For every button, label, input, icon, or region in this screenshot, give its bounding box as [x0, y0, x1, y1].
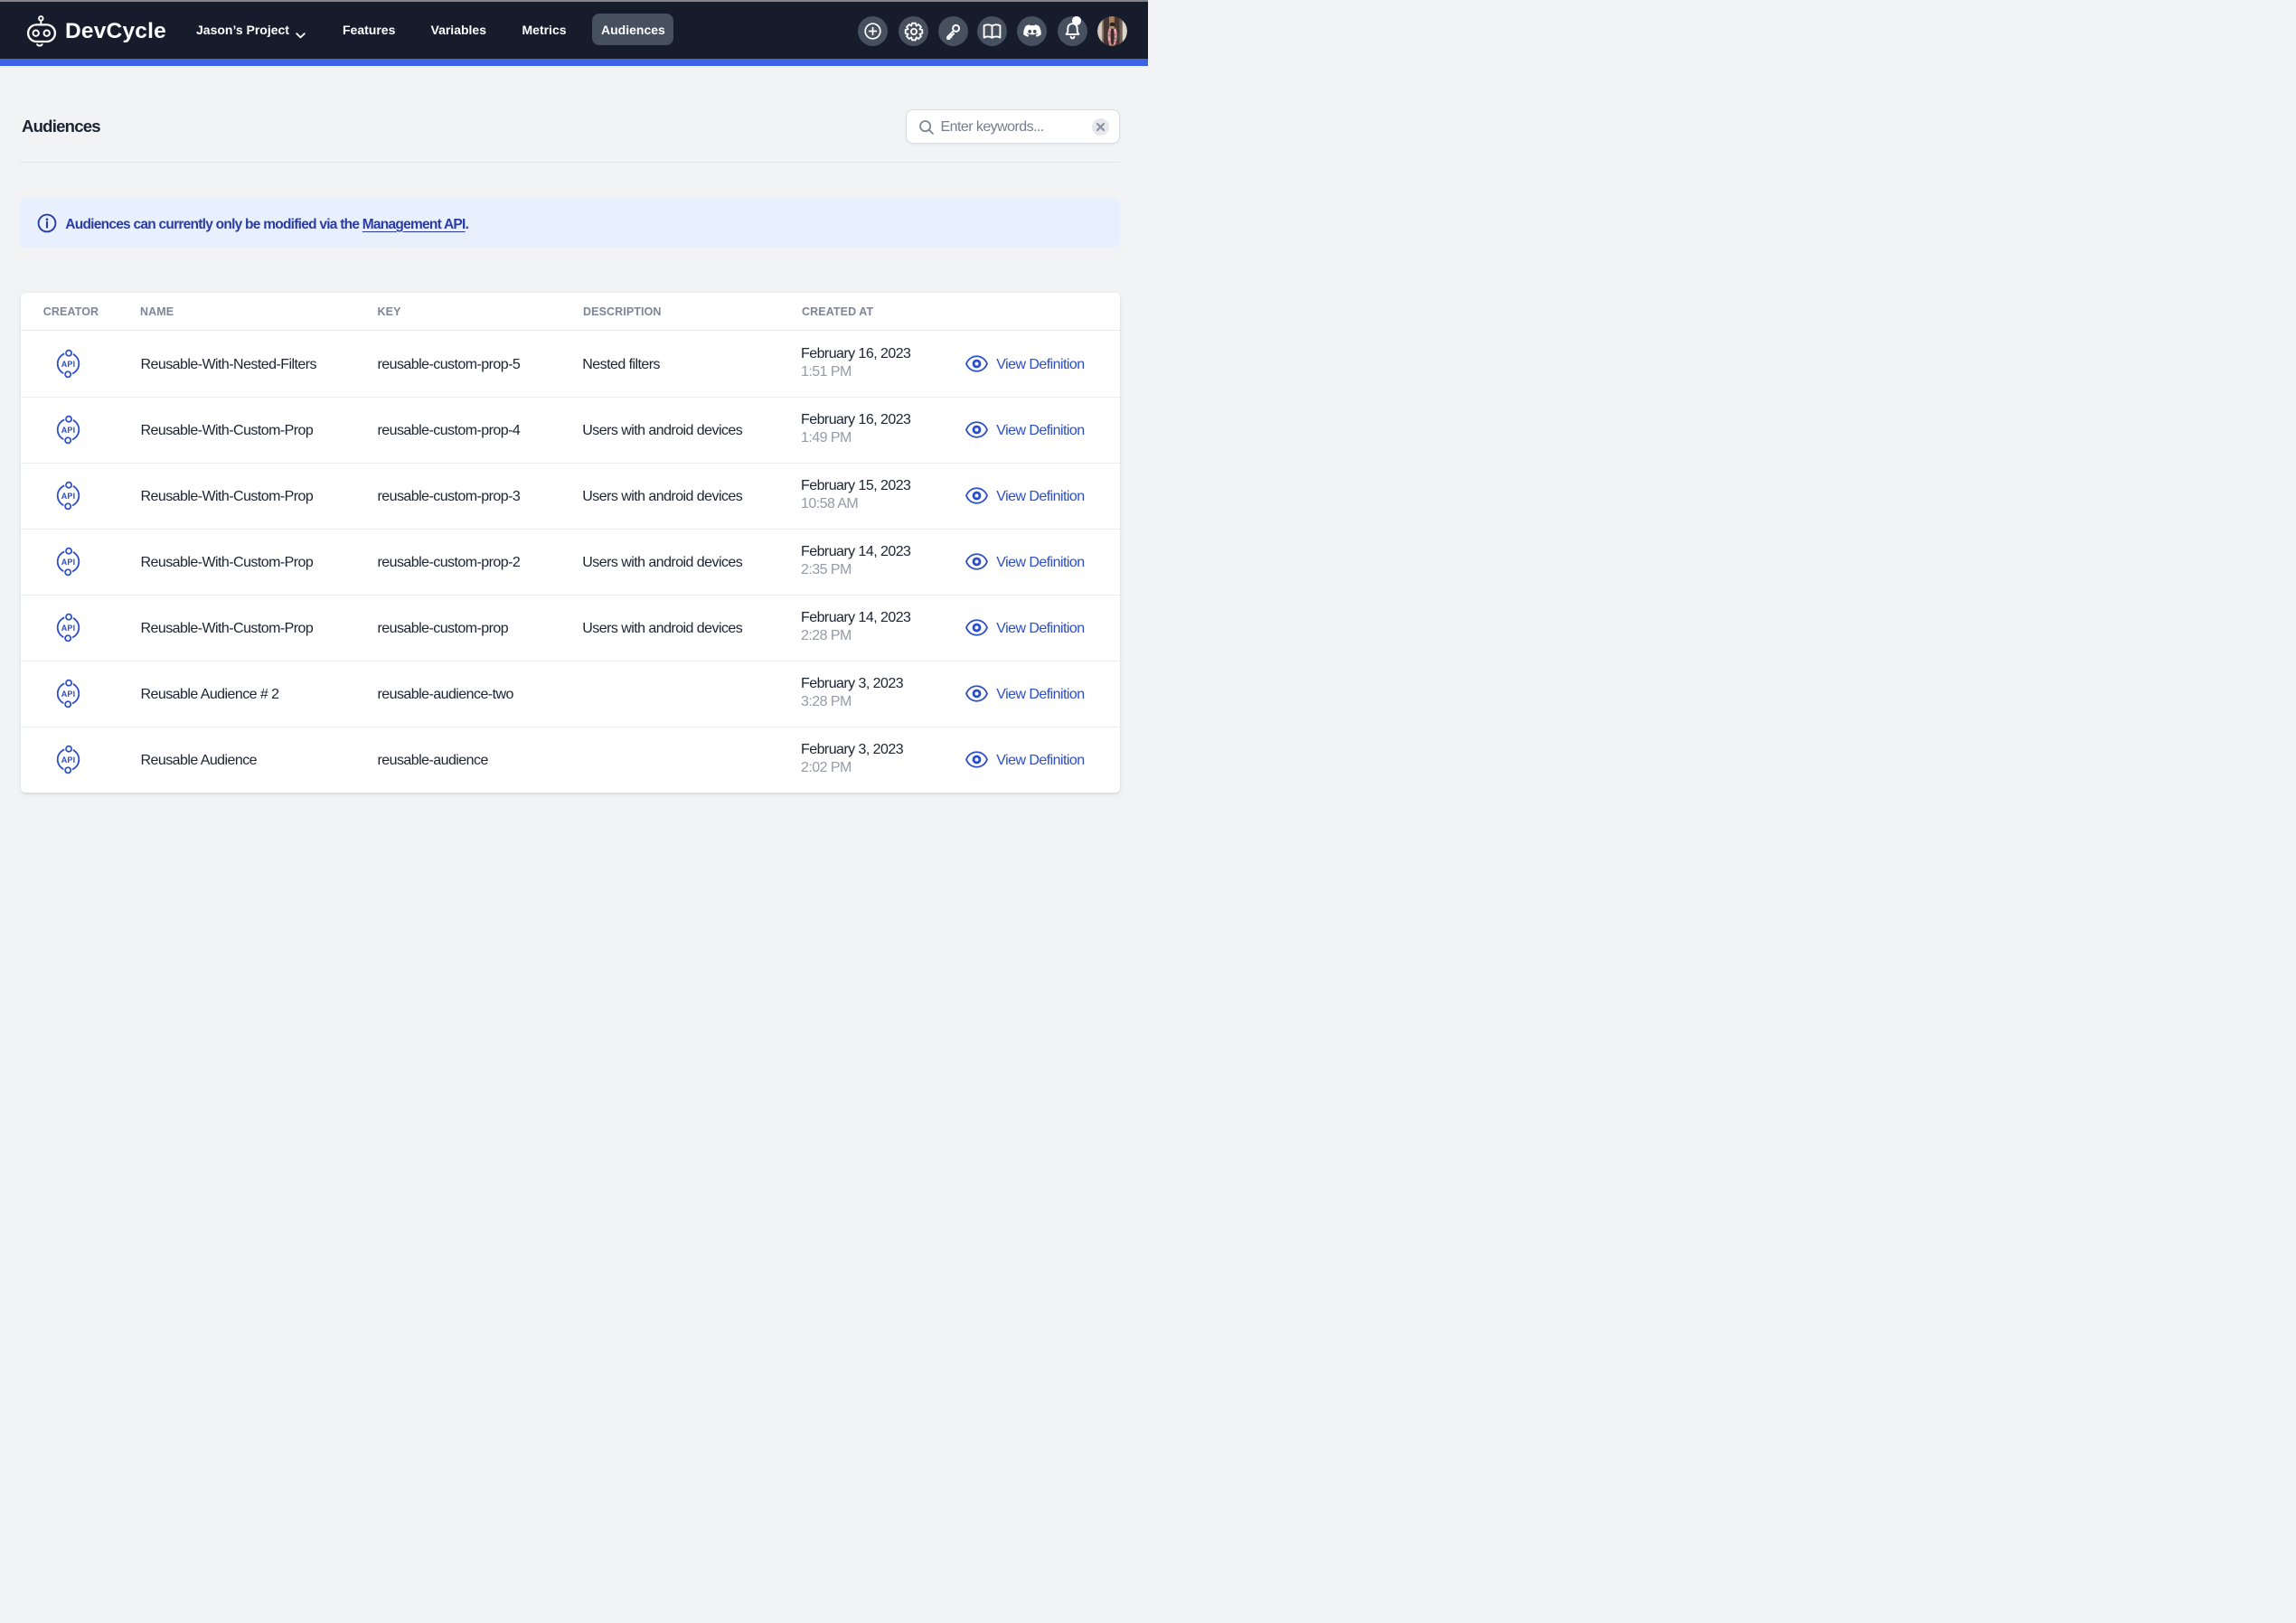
svg-text:API: API [61, 755, 76, 765]
svg-text:API: API [61, 558, 76, 567]
svg-text:API: API [61, 426, 76, 435]
svg-text:API: API [61, 624, 76, 633]
svg-text:API: API [61, 360, 76, 369]
svg-text:API: API [61, 690, 76, 699]
svg-text:API: API [61, 492, 76, 501]
